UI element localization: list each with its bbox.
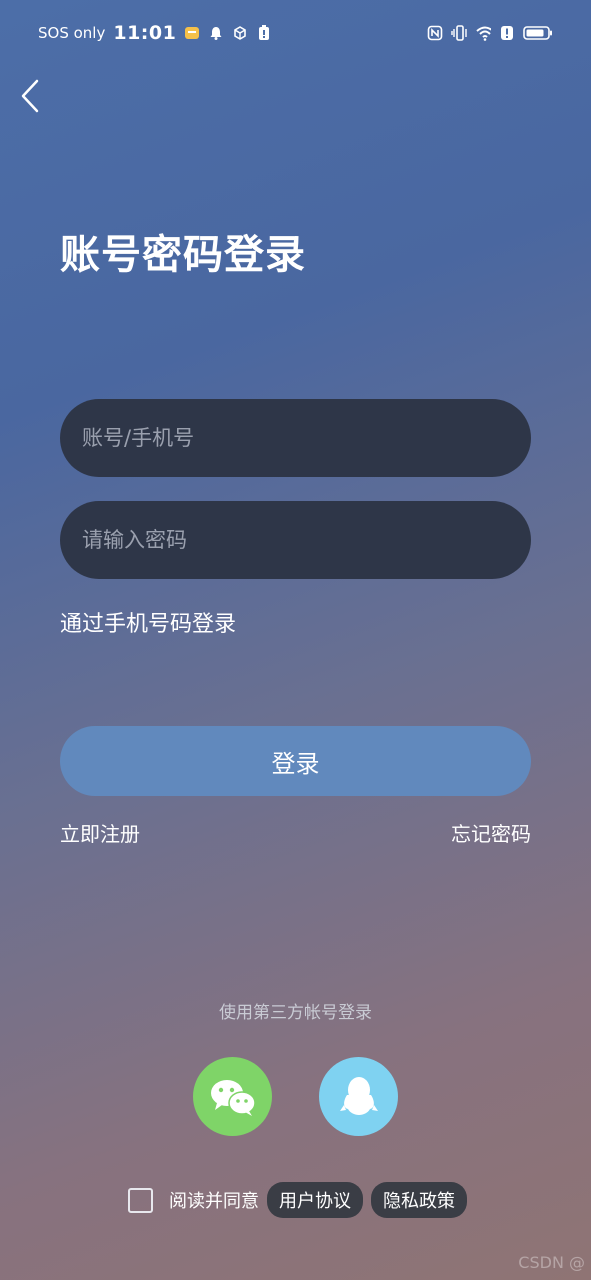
- agreement-checkbox[interactable]: [128, 1187, 153, 1213]
- phone-login-link[interactable]: 通过手机号码登录: [60, 606, 236, 638]
- vibrate-icon: [451, 25, 467, 41]
- password-input[interactable]: [60, 501, 531, 579]
- app-notification-icon: [184, 25, 200, 41]
- wifi-icon: [475, 25, 491, 41]
- bell-icon: [208, 25, 224, 41]
- forgot-password-link[interactable]: 忘记密码: [451, 818, 531, 847]
- back-button[interactable]: [12, 76, 48, 116]
- wechat-icon: [210, 1079, 256, 1116]
- third-party-label: 使用第三方帐号登录: [219, 1003, 372, 1023]
- qq-login-button[interactable]: [319, 1057, 398, 1136]
- status-right: [427, 25, 553, 41]
- agreement-row: 阅读并同意 用户协议 隐私政策: [128, 1182, 467, 1218]
- battery-alert-icon: [256, 25, 272, 41]
- alert-icon: [499, 25, 515, 41]
- nfc-icon: [427, 25, 443, 41]
- wechat-login-button[interactable]: [193, 1057, 272, 1136]
- account-input[interactable]: [60, 399, 531, 477]
- privacy-policy-link[interactable]: 隐私政策: [371, 1182, 467, 1218]
- page-title: 账号密码登录: [60, 232, 306, 278]
- chevron-left-icon: [21, 79, 39, 113]
- user-agreement-link[interactable]: 用户协议: [267, 1182, 363, 1218]
- status-bar: SOS only 11:01: [0, 0, 591, 66]
- agreement-text: 阅读并同意: [169, 1191, 259, 1212]
- battery-icon: [523, 25, 553, 41]
- register-link[interactable]: 立即注册: [60, 818, 140, 847]
- watermark: CSDN @: [518, 1253, 585, 1272]
- cube-icon: [232, 25, 248, 41]
- qq-icon: [339, 1076, 378, 1115]
- login-button[interactable]: 登录: [60, 726, 531, 796]
- carrier-text: SOS only: [38, 24, 106, 42]
- clock-time: 11:01: [113, 22, 177, 44]
- status-left: SOS only 11:01: [38, 22, 272, 44]
